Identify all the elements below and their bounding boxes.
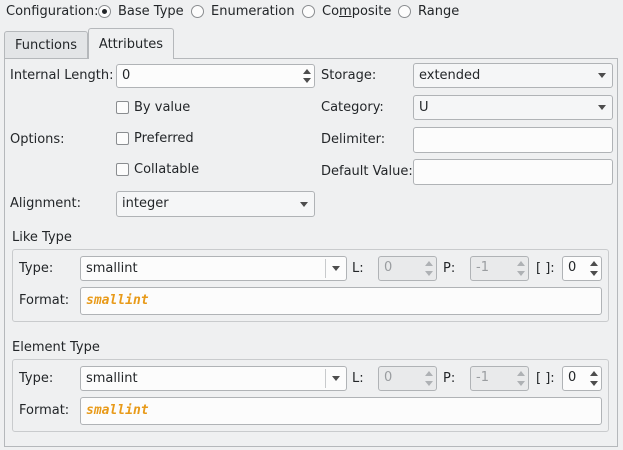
like-type-format-label: Format:	[19, 293, 70, 308]
element-type-precision-spinbox[interactable]: -1	[470, 366, 529, 391]
category-value: U	[419, 100, 429, 115]
element-type-length-value: 0	[384, 370, 393, 385]
spin-down-icon[interactable]	[590, 381, 598, 386]
chevron-down-icon[interactable]	[332, 376, 340, 381]
category-label: Category:	[321, 100, 384, 115]
element-type-l-label: L:	[352, 371, 364, 386]
radio-enumeration-label: Enumeration	[211, 4, 295, 19]
internal-length-value: 0	[122, 68, 131, 83]
element-type-title: Element Type	[12, 340, 100, 355]
alignment-combo[interactable]: integer	[116, 191, 315, 217]
spin-down-icon[interactable]	[425, 271, 433, 276]
element-type-dim-label: [ ]:	[536, 371, 555, 386]
radio-base-type[interactable]: Base Type	[98, 4, 188, 20]
preferred-checkbox[interactable]	[116, 132, 129, 145]
spin-up-icon[interactable]	[590, 261, 598, 266]
like-type-type-label: Type:	[19, 261, 54, 276]
element-type-dimension-spinbox[interactable]: 0	[562, 366, 602, 391]
like-type-precision-value: -1	[476, 260, 489, 275]
storage-label: Storage:	[321, 68, 377, 83]
tab-functions[interactable]: Functions	[4, 31, 88, 59]
radio-indicator-checked[interactable]	[98, 5, 111, 18]
tab-attributes[interactable]: Attributes	[88, 28, 174, 59]
spin-up-icon[interactable]	[517, 261, 525, 266]
internal-length-spinbox[interactable]: 0	[116, 64, 315, 88]
radio-indicator[interactable]	[398, 5, 411, 18]
like-type-title: Like Type	[12, 230, 72, 245]
like-type-p-label: P:	[443, 261, 456, 276]
radio-range-label: Range	[418, 4, 460, 19]
radio-enumeration[interactable]: Enumeration	[191, 4, 301, 20]
spin-down-icon[interactable]	[517, 271, 525, 276]
like-type-length-spinbox[interactable]: 0	[378, 256, 437, 281]
like-type-length-value: 0	[384, 260, 393, 275]
delimiter-label: Delimiter:	[321, 132, 386, 147]
like-type-dimension-value: 0	[568, 260, 577, 275]
preferred-label: Preferred	[134, 131, 194, 146]
internal-length-label: Internal Length:	[10, 68, 114, 83]
element-type-format-value: smallint	[86, 403, 149, 418]
delimiter-input[interactable]	[413, 127, 613, 153]
by-value-checkbox[interactable]	[116, 101, 129, 114]
spin-up-icon[interactable]	[590, 371, 598, 376]
default-value-input[interactable]	[413, 159, 613, 185]
element-type-dimension-value: 0	[568, 370, 577, 385]
category-combo[interactable]: U	[413, 95, 613, 120]
radio-range[interactable]: Range	[398, 4, 468, 20]
default-value-label: Default Value:	[321, 164, 413, 179]
like-type-dimension-spinbox[interactable]: 0	[562, 256, 602, 281]
element-type-precision-value: -1	[476, 370, 489, 385]
spin-down-icon[interactable]	[425, 381, 433, 386]
element-type-length-spinbox[interactable]: 0	[378, 366, 437, 391]
chevron-down-icon[interactable]	[332, 266, 340, 271]
element-type-type-value: smallint	[86, 371, 138, 386]
collatable-checkbox[interactable]	[116, 163, 129, 176]
spin-up-icon[interactable]	[425, 371, 433, 376]
chevron-down-icon	[598, 73, 606, 78]
alignment-value: integer	[122, 196, 169, 211]
like-type-precision-spinbox[interactable]: -1	[470, 256, 529, 281]
radio-composite-label: Composite	[322, 4, 392, 19]
by-value-label: By value	[134, 100, 191, 115]
tab-active-gap	[89, 58, 173, 60]
radio-indicator[interactable]	[191, 5, 204, 18]
storage-value: extended	[419, 68, 481, 83]
like-type-type-combo[interactable]: smallint	[80, 256, 347, 281]
chevron-down-icon	[300, 202, 308, 207]
radio-indicator[interactable]	[302, 5, 315, 18]
like-type-format-field[interactable]: smallint	[80, 287, 602, 315]
like-type-l-label: L:	[352, 261, 364, 276]
spin-up-icon[interactable]	[303, 69, 311, 74]
like-type-format-value: smallint	[86, 293, 149, 308]
like-type-dim-label: [ ]:	[536, 261, 555, 276]
like-type-type-value: smallint	[86, 261, 138, 276]
element-type-format-field[interactable]: smallint	[80, 397, 602, 425]
combo-separator	[325, 369, 326, 388]
element-type-format-label: Format:	[19, 403, 70, 418]
alignment-label: Alignment:	[10, 196, 81, 211]
radio-base-type-label: Base Type	[118, 4, 184, 19]
chevron-down-icon	[598, 105, 606, 110]
spin-down-icon[interactable]	[590, 271, 598, 276]
spin-down-icon[interactable]	[303, 78, 311, 83]
combo-separator	[325, 259, 326, 278]
collatable-label: Collatable	[134, 162, 200, 177]
element-type-type-combo[interactable]: smallint	[80, 366, 347, 391]
radio-composite[interactable]: Composite	[302, 4, 397, 20]
options-label: Options:	[10, 132, 65, 147]
element-type-type-label: Type:	[19, 371, 54, 386]
element-type-p-label: P:	[443, 371, 456, 386]
storage-combo[interactable]: extended	[413, 63, 613, 88]
spin-up-icon[interactable]	[517, 371, 525, 376]
spin-down-icon[interactable]	[517, 381, 525, 386]
configuration-label: Configuration:	[6, 4, 99, 19]
spin-up-icon[interactable]	[425, 261, 433, 266]
